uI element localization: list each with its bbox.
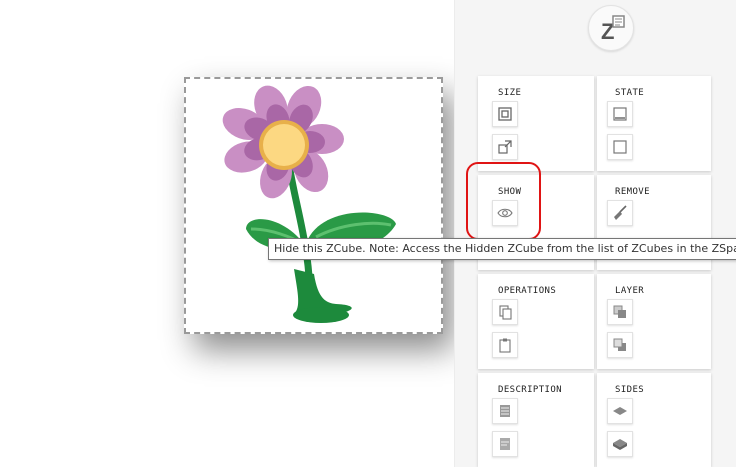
description-button[interactable] bbox=[492, 398, 518, 424]
zspace-canvas[interactable]: Z SIZE STATE SHOW REMOVE OPERATIONS LAYE… bbox=[0, 0, 736, 467]
zspace-logo-glyph: Z bbox=[601, 15, 625, 44]
operations-card: OPERATIONS bbox=[478, 274, 594, 369]
sides-flat-icon bbox=[613, 407, 627, 415]
size-title: SIZE bbox=[498, 88, 522, 98]
description-edit-icon bbox=[500, 438, 510, 450]
state-maximize-icon bbox=[613, 140, 627, 154]
layer-card: LAYER bbox=[597, 274, 711, 369]
description-title: DESCRIPTION bbox=[498, 385, 563, 395]
state-card: STATE bbox=[597, 76, 711, 171]
sides-3d-icon bbox=[613, 439, 627, 450]
paste-icon bbox=[499, 338, 511, 353]
show-highlight-annotation bbox=[466, 162, 541, 240]
state-title: STATE bbox=[615, 88, 645, 98]
flower-image bbox=[222, 85, 396, 323]
resize-fit-button[interactable] bbox=[492, 101, 518, 127]
remove-title: REMOVE bbox=[615, 187, 650, 197]
paste-button[interactable] bbox=[492, 332, 518, 358]
state-minimize-button[interactable] bbox=[607, 101, 633, 127]
zcube-card[interactable] bbox=[184, 77, 443, 334]
hide-zcube-tooltip: Hide this ZCube. Note: Access the Hidden… bbox=[268, 238, 736, 260]
operations-title: OPERATIONS bbox=[498, 286, 557, 296]
copy-button[interactable] bbox=[492, 299, 518, 325]
resize-expand-icon bbox=[498, 140, 512, 154]
resize-fit-icon bbox=[498, 107, 512, 121]
state-maximize-button[interactable] bbox=[607, 134, 633, 160]
bring-forward-button[interactable] bbox=[607, 299, 633, 325]
size-card: SIZE bbox=[478, 76, 594, 171]
layer-title: LAYER bbox=[615, 286, 645, 296]
state-minimize-icon bbox=[613, 107, 627, 121]
description-edit-button[interactable] bbox=[492, 431, 518, 457]
zspace-logo-icon[interactable]: Z bbox=[588, 5, 634, 51]
send-backward-button[interactable] bbox=[607, 332, 633, 358]
sides-card: SIDES bbox=[597, 373, 711, 467]
sides-flat-button[interactable] bbox=[607, 398, 633, 424]
copy-icon bbox=[499, 305, 512, 320]
description-icon bbox=[500, 405, 510, 417]
send-backward-icon bbox=[613, 338, 626, 351]
broom-icon bbox=[614, 205, 627, 220]
remove-zcube-button[interactable] bbox=[607, 200, 633, 226]
resize-expand-button[interactable] bbox=[492, 134, 518, 160]
description-card: DESCRIPTION bbox=[478, 373, 594, 467]
sides-3d-button[interactable] bbox=[607, 431, 633, 457]
sides-title: SIDES bbox=[615, 385, 645, 395]
bring-forward-icon bbox=[613, 305, 626, 318]
